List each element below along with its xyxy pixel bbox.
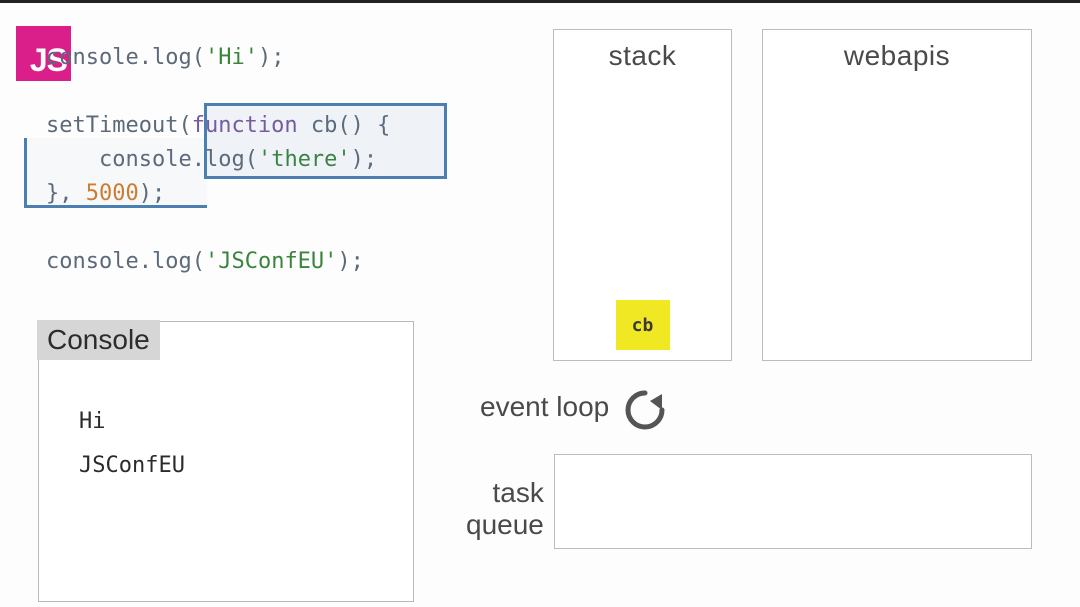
stack-frame-label: cb xyxy=(632,315,654,336)
task-queue-label-line1: task xyxy=(466,477,544,509)
task-queue-box xyxy=(554,454,1032,549)
stack-box: stack cb xyxy=(553,29,732,361)
event-loop-icon xyxy=(622,387,668,433)
event-loop-label: event loop xyxy=(480,391,609,423)
console-panel: Console Hi JSConfEU xyxy=(38,321,414,602)
stack-title: stack xyxy=(554,30,731,72)
code-blank-2 xyxy=(46,211,451,245)
code-line-5: console.log('JSConfEU'); xyxy=(46,245,451,279)
code-blank-1 xyxy=(46,75,451,109)
console-output-line: JSConfEU xyxy=(79,444,185,488)
webapis-title: webapis xyxy=(763,30,1031,72)
console-output: Hi JSConfEU xyxy=(79,400,185,488)
task-queue-label: task queue xyxy=(466,477,544,541)
code-line-3: console.log('there'); xyxy=(46,143,451,177)
task-queue-label-line2: queue xyxy=(466,509,544,541)
console-title: Console xyxy=(37,320,160,360)
code-panel: console.log('Hi'); setTimeout(function c… xyxy=(46,41,451,279)
code-line-2: setTimeout(function cb() { xyxy=(46,109,451,143)
console-output-line: Hi xyxy=(79,400,185,444)
code-line-1: console.log('Hi'); xyxy=(46,41,451,75)
webapis-box: webapis xyxy=(762,29,1032,361)
stack-frame-cb: cb xyxy=(616,300,670,350)
code-line-4: }, 5000); xyxy=(46,177,451,211)
